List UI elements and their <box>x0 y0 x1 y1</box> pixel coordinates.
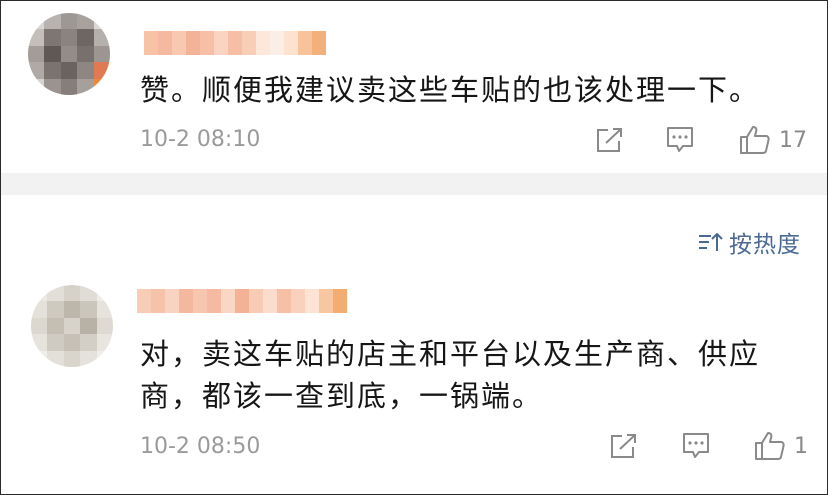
reply-button[interactable] <box>681 431 711 461</box>
username-blurred[interactable] <box>144 31 326 55</box>
username-blurred[interactable] <box>137 289 347 313</box>
share-button[interactable] <box>595 126 625 154</box>
like-button[interactable]: 1 <box>754 431 808 461</box>
comment-actions: 17 <box>595 125 807 155</box>
comment-item: 赞。顺便我建议卖这些车贴的也该处理一下。 10-2 08:10 17 <box>1 1 827 173</box>
share-icon <box>597 128 622 152</box>
sort-toggle[interactable]: 按热度 <box>697 225 801 259</box>
comment-text: 对，卖这车贴的店主和平台以及生产商、供应 商，都该一查到底，一锅端。 <box>140 337 761 413</box>
like-count: 17 <box>779 127 807 153</box>
comment-time: 10-2 08:10 <box>140 127 261 152</box>
section-divider <box>1 173 827 195</box>
comment-item: 对，卖这车贴的店主和平台以及生产商、供应 商，都该一查到底，一锅端。 10-2 … <box>1 269 827 494</box>
sort-label: 按热度 <box>729 232 801 258</box>
share-icon <box>611 434 636 458</box>
avatar[interactable] <box>31 285 113 367</box>
avatar[interactable] <box>28 13 110 95</box>
reply-icon <box>667 127 693 152</box>
like-count: 1 <box>794 433 808 459</box>
reply-icon <box>683 433 709 458</box>
comment-actions: 1 <box>609 431 808 461</box>
thumbs-up-icon <box>755 432 785 460</box>
comment-thread: 赞。顺便我建议卖这些车贴的也该处理一下。 10-2 08:10 17 按热度 对… <box>0 0 828 495</box>
sort-icon <box>699 233 723 251</box>
share-button[interactable] <box>609 432 639 460</box>
comment-time: 10-2 08:50 <box>140 434 261 459</box>
comment-text: 赞。顺便我建议卖这些车贴的也该处理一下。 <box>140 73 761 107</box>
thumbs-up-icon <box>740 126 770 154</box>
like-button[interactable]: 17 <box>739 125 807 155</box>
reply-button[interactable] <box>665 125 695 155</box>
